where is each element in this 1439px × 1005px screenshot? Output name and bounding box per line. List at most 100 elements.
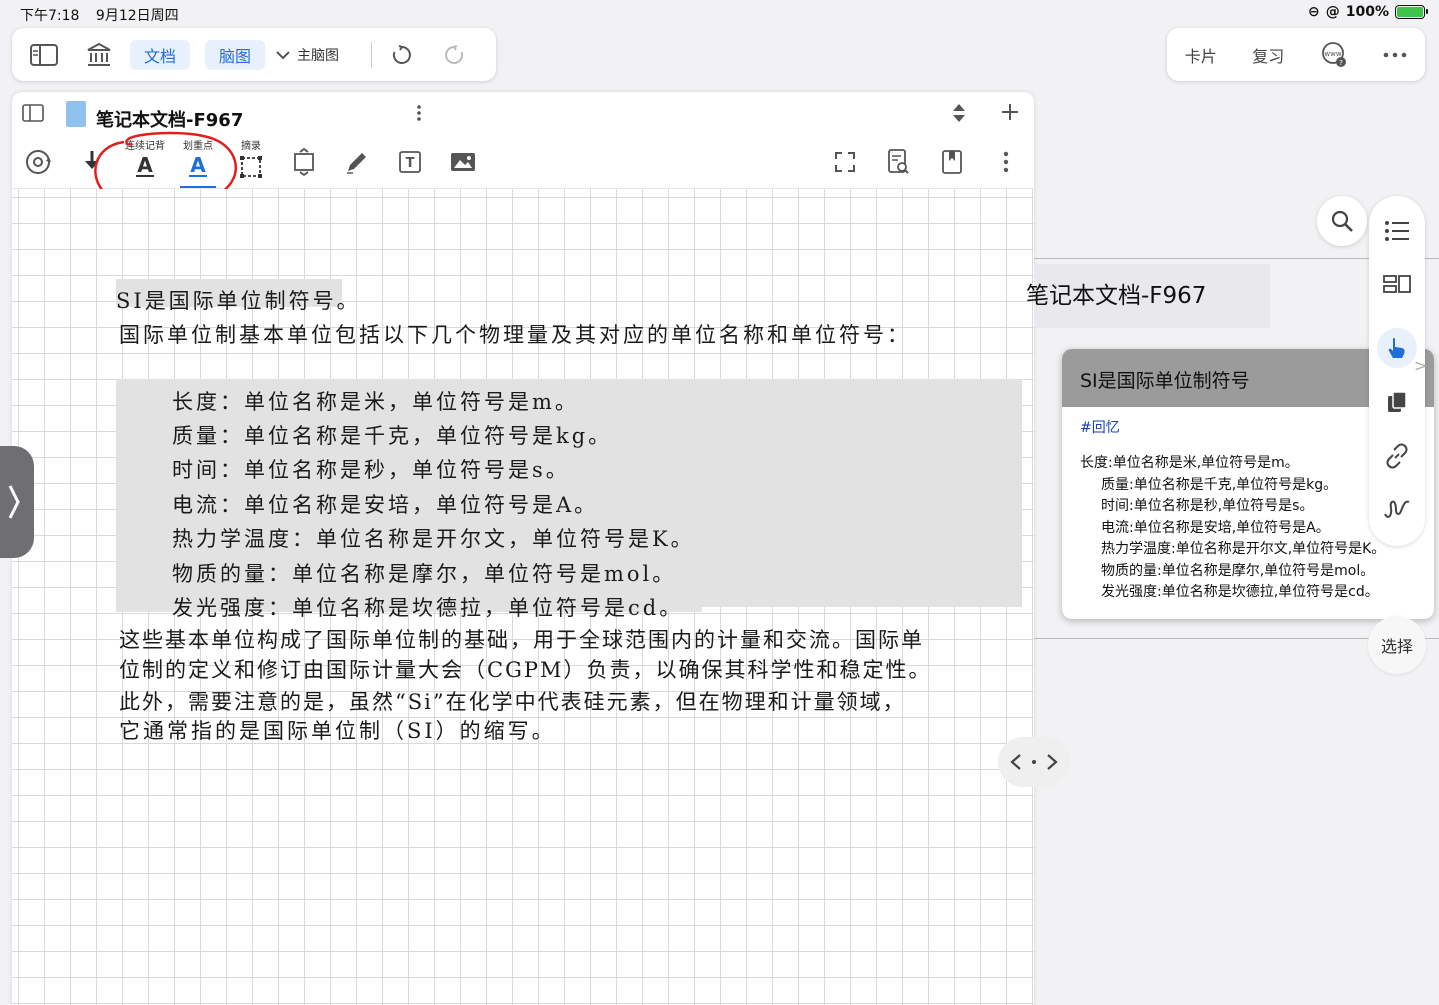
prev-next-icon bbox=[1010, 754, 1058, 770]
battery-percent: 100% bbox=[1345, 4, 1389, 20]
card-body: 长度:单位名称是米,单位符号是m。 质量:单位名称是千克,单位符号是kg。 时间… bbox=[1080, 453, 1385, 604]
chevron-right-icon[interactable]: > bbox=[1414, 356, 1427, 375]
download-tool-button[interactable] bbox=[70, 136, 114, 188]
card-line: 发光强度:单位名称是坎德拉,单位符号是cd。 bbox=[1101, 584, 1379, 600]
copy-button[interactable] bbox=[1377, 382, 1417, 422]
redo-button[interactable] bbox=[428, 35, 480, 75]
sort-button[interactable] bbox=[952, 103, 966, 123]
text-a-icon: A bbox=[136, 154, 154, 177]
left-drawer-handle[interactable] bbox=[0, 446, 34, 558]
list-icon bbox=[1385, 221, 1409, 241]
link-status-icon: ⊖ bbox=[1308, 4, 1320, 20]
undo-icon bbox=[392, 44, 411, 64]
review-button[interactable]: 复习 bbox=[1252, 43, 1284, 67]
freehand-button[interactable] bbox=[1377, 489, 1417, 529]
sync-settings-icon bbox=[26, 150, 51, 174]
fullscreen-button[interactable] bbox=[823, 136, 867, 188]
www-help-icon: www? bbox=[1321, 41, 1346, 67]
card-line: 质量:单位名称是千克,单位符号是kg。 bbox=[1101, 476, 1338, 493]
svg-text:A: A bbox=[190, 154, 206, 177]
vertical-more-icon bbox=[417, 105, 421, 121]
note-line: 电流：单位名称是安培，单位符号是A。 bbox=[172, 493, 599, 517]
card-line: 长度:单位名称是米,单位符号是m。 bbox=[1080, 455, 1299, 471]
note-line: 位制的定义和修订由国际计量大会（CGPM）负责，以确保其科学性和稳定性。 bbox=[119, 658, 932, 682]
expand-icon bbox=[835, 152, 855, 172]
library-button[interactable] bbox=[76, 35, 122, 75]
image-tool-button[interactable] bbox=[441, 136, 485, 188]
panel-toggle-button[interactable] bbox=[22, 104, 44, 122]
select-button[interactable]: 选择 bbox=[1368, 616, 1426, 674]
card-line: 热力学温度:单位名称是开尔文,单位符号是K。 bbox=[1101, 541, 1386, 557]
note-line: 质量：单位名称是千克，单位符号是kg。 bbox=[172, 424, 613, 448]
battery-icon bbox=[1395, 5, 1428, 19]
card-tag[interactable]: #回忆 bbox=[1080, 417, 1120, 437]
sync-tool-button[interactable] bbox=[16, 136, 60, 188]
top-toolbar: 文档 脑图 主脑图 bbox=[12, 28, 496, 81]
more-button[interactable] bbox=[1383, 52, 1407, 58]
highlight-button[interactable]: 划重点 A bbox=[176, 136, 220, 188]
main-mindmap-dropdown[interactable]: 主脑图 bbox=[275, 35, 339, 75]
chevron-down-icon bbox=[276, 50, 290, 59]
note-line: 国际单位制基本单位包括以下几个物理量及其对应的单位名称和单位符号： bbox=[119, 323, 911, 347]
bookmark-button[interactable] bbox=[930, 136, 974, 188]
note-canvas[interactable]: SI是国际单位制符号。 国际单位制基本单位包括以下几个物理量及其对应的单位名称和… bbox=[12, 189, 1034, 1005]
resize-icon bbox=[294, 148, 314, 176]
main-mindmap-label: 主脑图 bbox=[297, 47, 340, 64]
textbox-tool-button[interactable]: T bbox=[388, 136, 432, 188]
doc-tab-button[interactable]: 文档 bbox=[130, 39, 191, 70]
document-title[interactable]: 笔记本文档-F967 bbox=[96, 106, 243, 132]
image-icon bbox=[451, 153, 475, 171]
add-button[interactable] bbox=[1000, 102, 1020, 122]
status-time-date: 下午7:18 9月12日周四 bbox=[20, 5, 179, 25]
undo-button[interactable] bbox=[376, 35, 428, 75]
cards-button[interactable]: 卡片 bbox=[1185, 43, 1217, 67]
notebook-icon bbox=[66, 101, 86, 127]
note-line: 热力学温度：单位名称是开尔文，单位符号是K。 bbox=[172, 527, 695, 551]
search-button[interactable] bbox=[1317, 196, 1367, 246]
note-line: 发光强度：单位名称是坎德拉，单位符号是cd。 bbox=[172, 596, 684, 620]
status-time: 下午7:18 bbox=[20, 8, 80, 24]
link-icon bbox=[1386, 443, 1408, 469]
at-status-icon: @ bbox=[1325, 4, 1340, 20]
textbox-icon: T bbox=[399, 151, 421, 173]
layout-button[interactable] bbox=[1377, 264, 1417, 304]
right-toolbar: 卡片 复习 www? bbox=[1167, 28, 1425, 81]
squiggle-icon bbox=[1384, 500, 1410, 518]
plus-icon bbox=[1002, 104, 1018, 120]
www-help-button[interactable]: www? bbox=[1320, 41, 1348, 69]
link-button[interactable] bbox=[1377, 436, 1417, 476]
note-line: 此外，需要注意的是，虽然“Si”在化学中代表硅元素，但在物理和计量领域， bbox=[119, 690, 906, 714]
card-title: SI是国际单位制符号 bbox=[1080, 370, 1250, 392]
hand-pointer-icon bbox=[1388, 338, 1405, 358]
sidebar-toggle-button[interactable] bbox=[12, 35, 76, 75]
crop-select-icon bbox=[240, 156, 262, 178]
tools-more-button[interactable] bbox=[984, 136, 1028, 188]
panel-toggle-icon bbox=[22, 104, 44, 122]
toolbar-divider bbox=[371, 41, 373, 68]
sort-icon bbox=[953, 104, 965, 122]
excerpt-button[interactable]: 摘录 bbox=[229, 136, 273, 188]
search-icon bbox=[1331, 210, 1353, 232]
document-search-icon bbox=[888, 149, 909, 174]
pen-icon bbox=[347, 153, 366, 174]
status-date: 9月12日周四 bbox=[95, 8, 179, 24]
note-line: 这些基本单位构成了国际单位制的基础，用于全球范围内的计量和交流。国际单 bbox=[119, 628, 924, 652]
card-line: 电流:单位名称是安培,单位符号是A。 bbox=[1101, 519, 1330, 536]
pen-tool-button[interactable] bbox=[335, 136, 379, 188]
svg-text:www: www bbox=[1324, 50, 1341, 58]
vertical-more-icon bbox=[1003, 151, 1009, 173]
doc-menu-button[interactable] bbox=[416, 104, 422, 122]
svg-text:T: T bbox=[406, 156, 415, 171]
resize-tool-button[interactable] bbox=[282, 136, 326, 188]
continuous-recite-button[interactable]: 连续记背 A bbox=[123, 136, 167, 188]
active-tool-indicator bbox=[180, 186, 216, 188]
sidebar-icon bbox=[30, 43, 58, 66]
mindmap-tab-button[interactable]: 脑图 bbox=[205, 39, 266, 70]
excerpt-label: 摘录 bbox=[241, 141, 261, 152]
outline-button[interactable] bbox=[1377, 211, 1417, 251]
highlight-label: 划重点 bbox=[183, 141, 213, 152]
pointer-mode-button[interactable] bbox=[1377, 328, 1417, 368]
document-panel: 笔记本文档-F967 连续记背 A 划重点 A 摘录 T SI是国际单位制符号。… bbox=[12, 92, 1034, 1005]
page-nav-control[interactable] bbox=[998, 737, 1070, 787]
doc-search-button[interactable] bbox=[876, 136, 920, 188]
